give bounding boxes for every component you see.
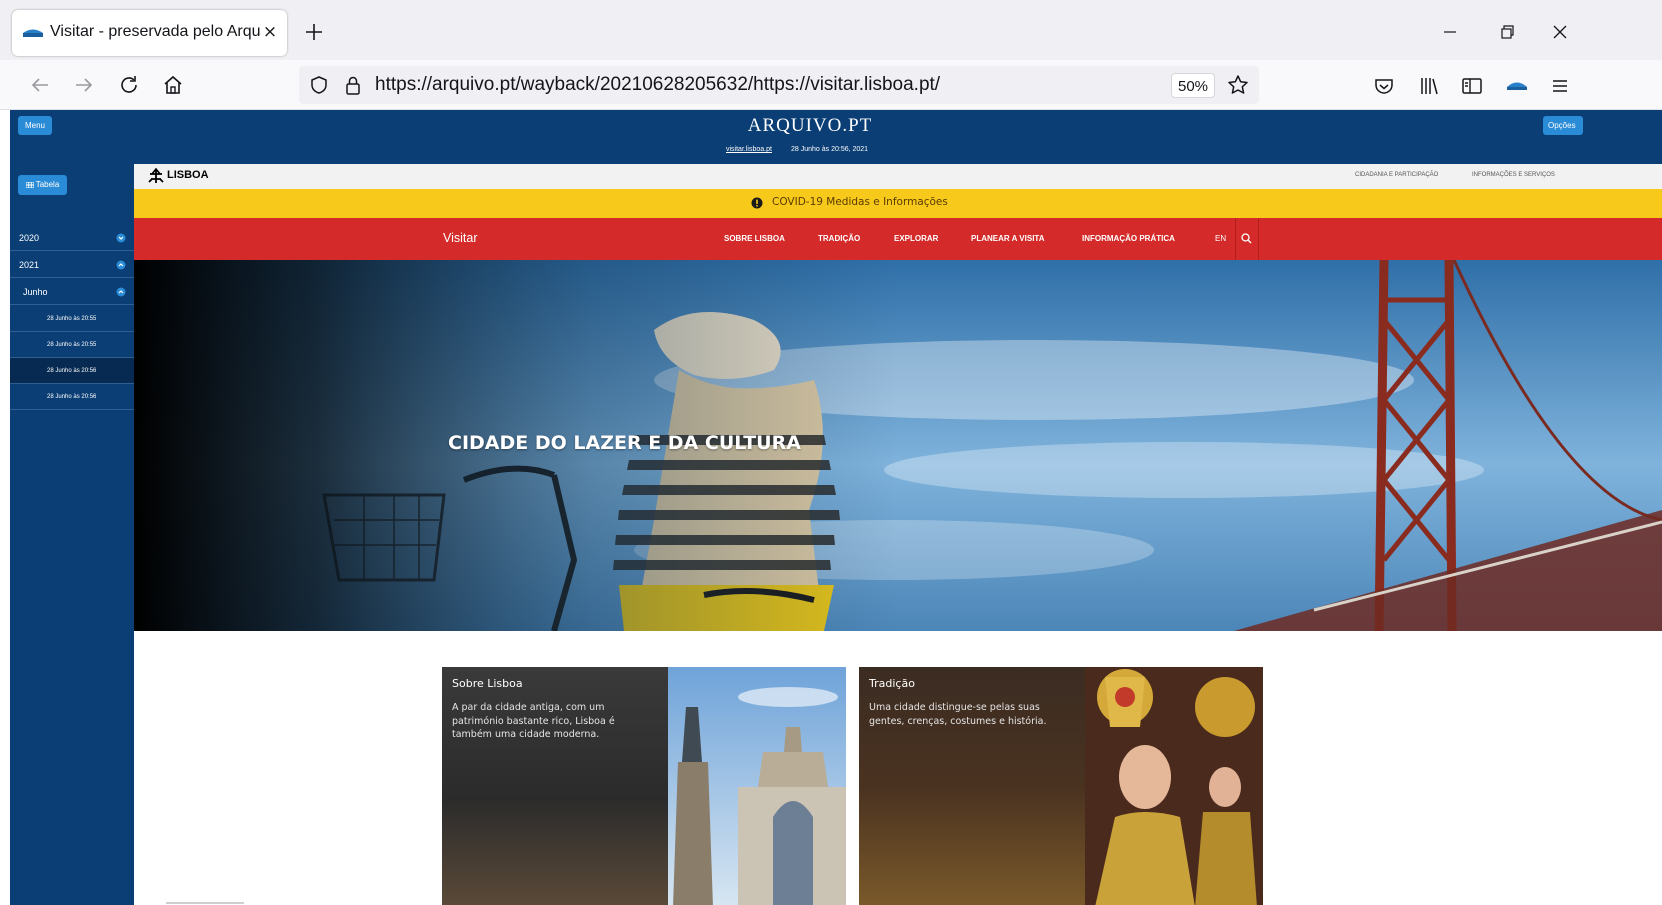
table-grid-icon bbox=[25, 181, 34, 188]
lisboa-logo-text[interactable]: LISBOA bbox=[167, 169, 227, 183]
chevron-down-icon bbox=[116, 233, 126, 243]
covid-banner[interactable]: COVID-19 Medidas e Informações bbox=[134, 189, 1662, 218]
forward-arrow-icon[interactable] bbox=[72, 73, 96, 97]
hero-background-image bbox=[134, 260, 1662, 631]
site-navigation: Visitar SOBRE LISBOA TRADIÇÃO EXPLORAR P… bbox=[134, 218, 1662, 260]
card-description: A par da cidade antiga, com um patrimóni… bbox=[452, 702, 615, 740]
timeline-row-label: 2020 bbox=[19, 233, 40, 243]
timeline-version[interactable]: 28 Junho às 20:56 bbox=[10, 384, 134, 410]
browser-tab-strip: Visitar - preservada pelo Arquivo.pt × bbox=[0, 0, 1662, 60]
version-timeline-sidebar: Tabela 2020 2021 Junho 28 Junho às 20:55… bbox=[10, 164, 134, 905]
nav-divider bbox=[1235, 218, 1236, 260]
minimize-icon[interactable] bbox=[1438, 20, 1462, 44]
card-title: Sobre Lisboa bbox=[452, 677, 523, 690]
table-view-label: Tabela bbox=[35, 180, 60, 189]
hero-title: CIDADE DO LAZER E DA CULTURA bbox=[448, 432, 801, 454]
chevron-up-icon bbox=[116, 260, 126, 270]
nav-sobre-lisboa[interactable]: SOBRE LISBOA bbox=[724, 234, 785, 246]
tab-close-icon[interactable]: × bbox=[260, 22, 280, 42]
nav-divider bbox=[1258, 218, 1259, 260]
lisboa-ship-logo-icon[interactable] bbox=[147, 168, 165, 185]
timeline-version-label: 28 Junho às 20:56 bbox=[47, 368, 97, 374]
language-switch[interactable]: EN bbox=[1215, 234, 1229, 246]
alert-icon bbox=[751, 197, 763, 209]
arquivo-replay-bar: Menu ARQUIVO.PT visitar.lisboa.pt 28 Jun… bbox=[10, 110, 1662, 164]
top-link-informacoes[interactable]: INFORMAÇÕES E SERVIÇOS bbox=[1472, 172, 1582, 182]
archived-site-link[interactable]: visitar.lisboa.pt bbox=[726, 146, 782, 156]
nav-tradicao[interactable]: TRADIÇÃO bbox=[818, 234, 860, 246]
timeline-version-label: 28 Junho às 20:56 bbox=[47, 394, 97, 400]
card-text-panel: Tradição Uma cidade distingue-se pelas s… bbox=[859, 667, 1085, 905]
extension-icon[interactable] bbox=[1505, 74, 1529, 98]
zoom-level-badge[interactable]: 50% bbox=[1171, 73, 1215, 98]
address-bar[interactable]: https://arquivo.pt/wayback/2021062820563… bbox=[299, 66, 1259, 104]
lock-icon[interactable] bbox=[343, 74, 363, 96]
card-title: Tradição bbox=[869, 677, 915, 690]
home-icon[interactable] bbox=[161, 73, 185, 97]
card-image-marchas-populares bbox=[1085, 667, 1263, 905]
capture-date: 28 Junho às 20:56, 2021 bbox=[791, 146, 869, 153]
timeline-version-label: 28 Junho às 20:55 bbox=[47, 342, 97, 348]
hero-banner: CIDADE DO LAZER E DA CULTURA bbox=[134, 260, 1662, 631]
restore-icon[interactable] bbox=[1495, 20, 1519, 44]
lisboa-top-bar: LISBOA CIDADANIA E PARTICIPAÇÃO INFORMAÇ… bbox=[134, 164, 1662, 189]
card-sobre-lisboa[interactable]: Sobre Lisboa A par da cidade antiga, com… bbox=[442, 667, 846, 905]
card-description: Uma cidade distingue-se pelas suas gente… bbox=[869, 702, 1047, 727]
card-text-panel: Sobre Lisboa A par da cidade antiga, com… bbox=[442, 667, 668, 905]
browser-tab[interactable]: Visitar - preservada pelo Arquivo.pt × bbox=[12, 10, 287, 56]
bookmark-star-icon[interactable] bbox=[1227, 74, 1249, 96]
new-tab-plus-icon[interactable] bbox=[302, 20, 326, 44]
chevron-up-icon bbox=[116, 287, 126, 297]
timeline-version-selected[interactable]: 28 Junho às 20:56 bbox=[10, 358, 134, 384]
timeline-version[interactable]: 28 Junho às 20:55 bbox=[10, 306, 134, 332]
search-icon[interactable] bbox=[1241, 233, 1252, 244]
window-close-icon[interactable] bbox=[1548, 20, 1572, 44]
timeline-version[interactable]: 28 Junho às 20:55 bbox=[10, 332, 134, 358]
url-text[interactable]: https://arquivo.pt/wayback/2021062820563… bbox=[375, 74, 1225, 96]
timeline-month-junho[interactable]: Junho bbox=[10, 279, 134, 305]
table-view-button[interactable]: Tabela bbox=[18, 175, 67, 195]
pocket-icon[interactable] bbox=[1372, 74, 1396, 98]
covid-banner-text[interactable]: COVID-19 Medidas e Informações bbox=[772, 196, 972, 210]
timeline-row-label: Junho bbox=[23, 287, 48, 297]
arquivo-favicon-icon bbox=[22, 27, 44, 39]
reload-icon[interactable] bbox=[117, 73, 141, 97]
arquivo-options-button[interactable]: Opções bbox=[1543, 116, 1583, 135]
timeline-version-label: 28 Junho às 20:55 bbox=[47, 316, 97, 322]
nav-planear-a-visita[interactable]: PLANEAR A VISITA bbox=[971, 234, 1044, 246]
page-viewport: Menu ARQUIVO.PT visitar.lisboa.pt 28 Jun… bbox=[10, 110, 1662, 905]
arquivo-menu-button[interactable]: Menu bbox=[18, 116, 52, 135]
timeline-year-2020[interactable]: 2020 bbox=[10, 225, 134, 251]
arquivo-logo[interactable]: ARQUIVO.PT bbox=[710, 114, 910, 138]
back-arrow-icon[interactable] bbox=[28, 73, 52, 97]
nav-explorar[interactable]: EXPLORAR bbox=[894, 234, 938, 246]
horizontal-rule bbox=[166, 902, 244, 904]
timeline-year-2021[interactable]: 2021 bbox=[10, 252, 134, 278]
nav-informacao-pratica[interactable]: INFORMAÇÃO PRÁTICA bbox=[1082, 234, 1175, 246]
tracking-shield-icon[interactable] bbox=[309, 75, 329, 95]
card-tradicao[interactable]: Tradição Uma cidade distingue-se pelas s… bbox=[859, 667, 1263, 905]
tab-title: Visitar - preservada pelo Arquivo.pt bbox=[50, 23, 260, 40]
sidebar-icon[interactable] bbox=[1460, 74, 1484, 98]
card-image-praca-comercio bbox=[668, 667, 846, 905]
archived-site: LISBOA CIDADANIA E PARTICIPAÇÃO INFORMAÇ… bbox=[134, 164, 1662, 905]
timeline-row-label: 2021 bbox=[19, 260, 40, 270]
library-icon[interactable] bbox=[1417, 74, 1441, 98]
browser-toolbar: https://arquivo.pt/wayback/2021062820563… bbox=[0, 60, 1662, 110]
app-menu-icon[interactable] bbox=[1548, 74, 1572, 98]
nav-brand-visitar[interactable]: Visitar bbox=[443, 231, 503, 247]
top-link-cidadania[interactable]: CIDADANIA E PARTICIPAÇÃO bbox=[1355, 172, 1465, 182]
